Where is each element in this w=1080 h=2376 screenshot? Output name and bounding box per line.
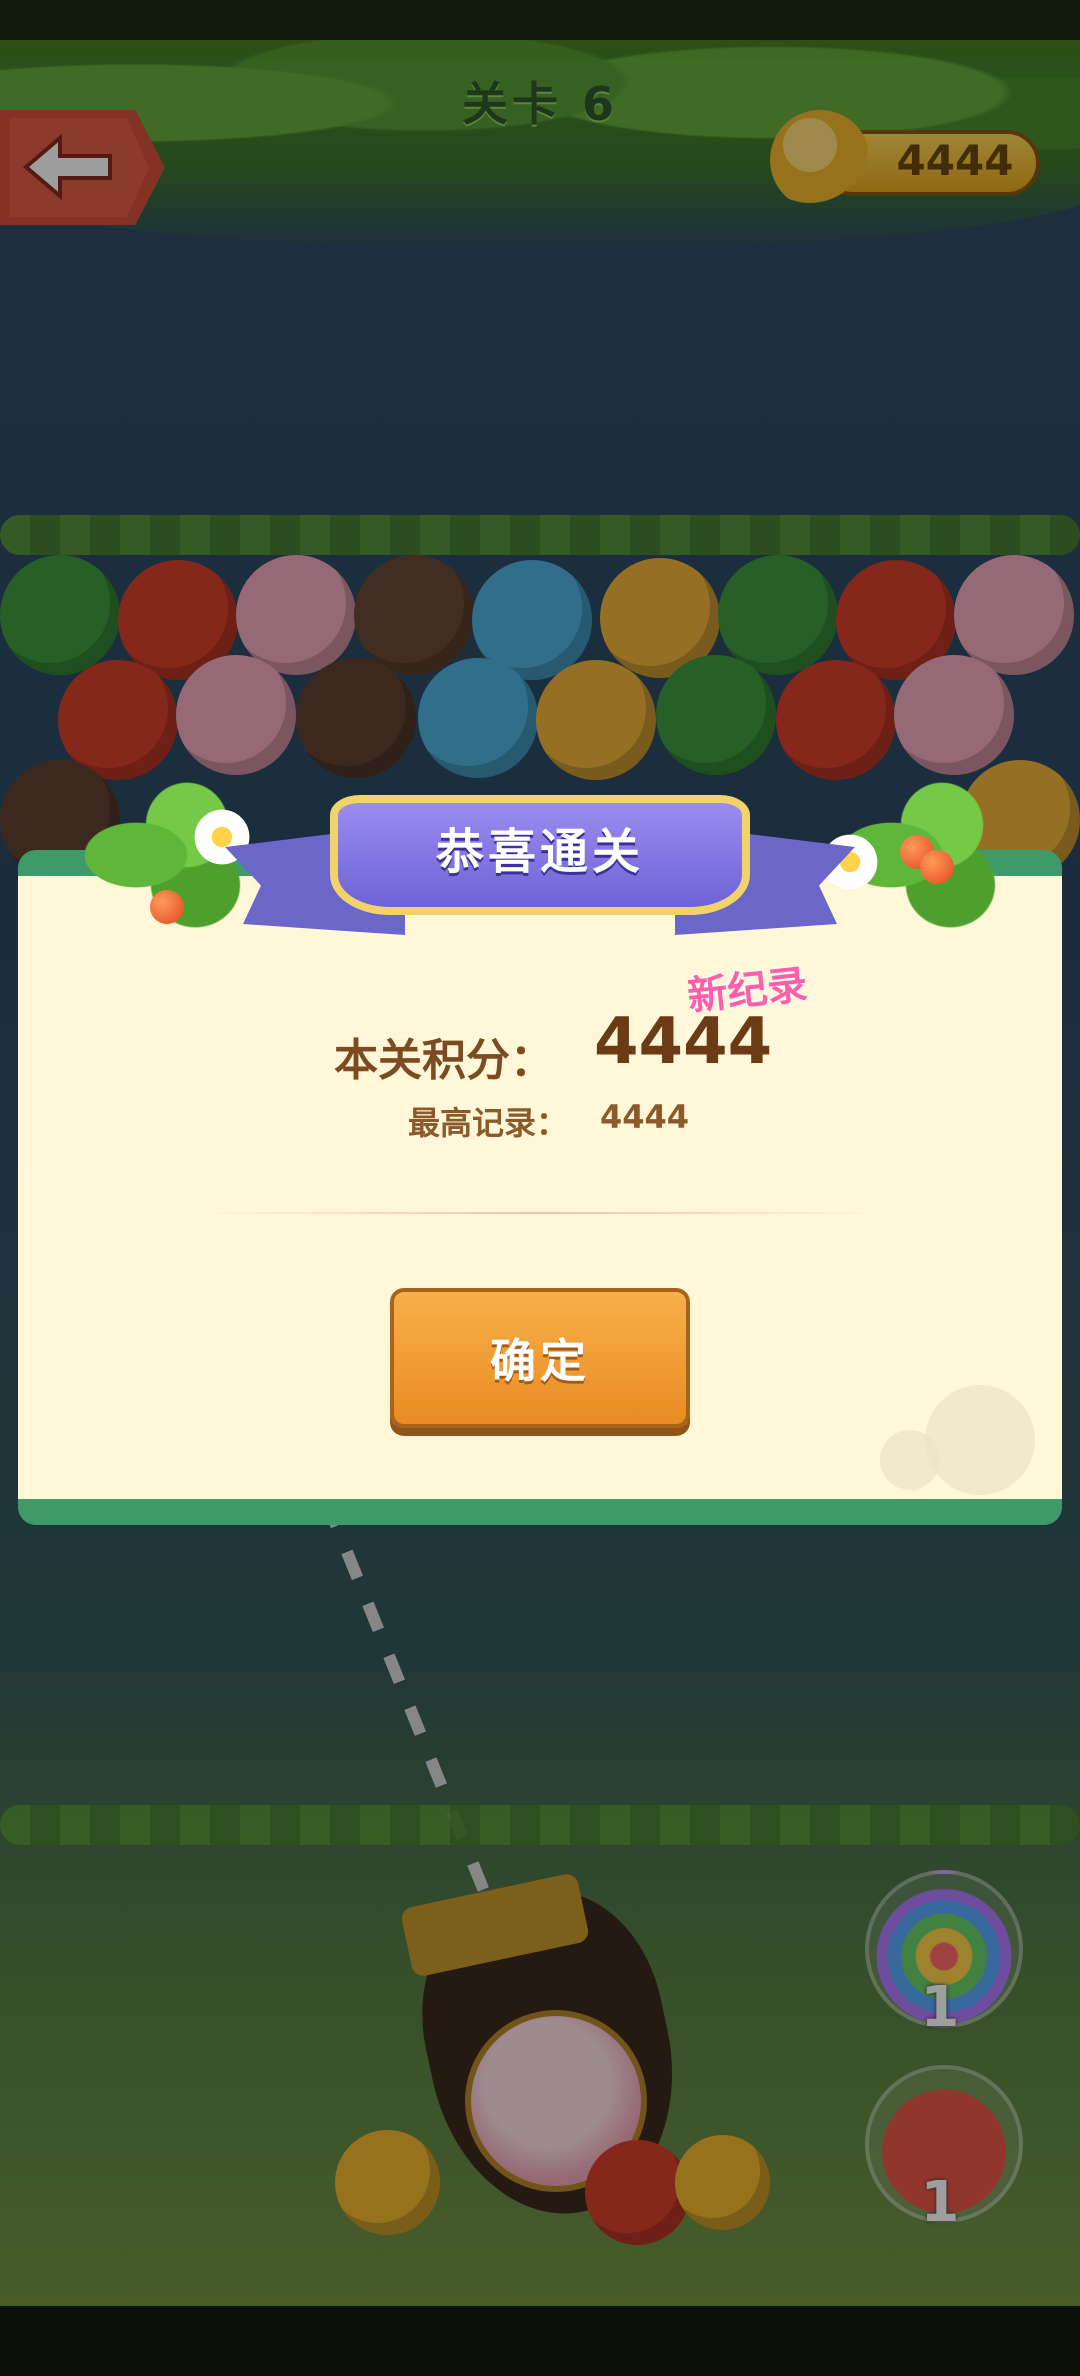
score-value: 4444: [594, 1005, 773, 1079]
best-record-label: 最高记录：: [408, 1104, 569, 1142]
berry-icon: [920, 850, 954, 884]
score-label: 本关积分：: [334, 1035, 554, 1086]
mascot-watermark-icon: [925, 1385, 1035, 1495]
dialog-title: 恭喜通关: [435, 824, 644, 880]
divider: [200, 1212, 880, 1214]
berry-icon: [150, 890, 184, 924]
confirm-button-label[interactable]: 确定: [390, 1325, 690, 1391]
best-record-value: 4444: [600, 1098, 690, 1136]
dialog-dash-bottom: [18, 1511, 1062, 1515]
game-screen: 关卡 6 4444 1 1 恭喜通关 新纪录 本关积分： 4444 最高记录： …: [0, 0, 1080, 2376]
mascot-watermark-small-icon: [880, 1430, 940, 1490]
